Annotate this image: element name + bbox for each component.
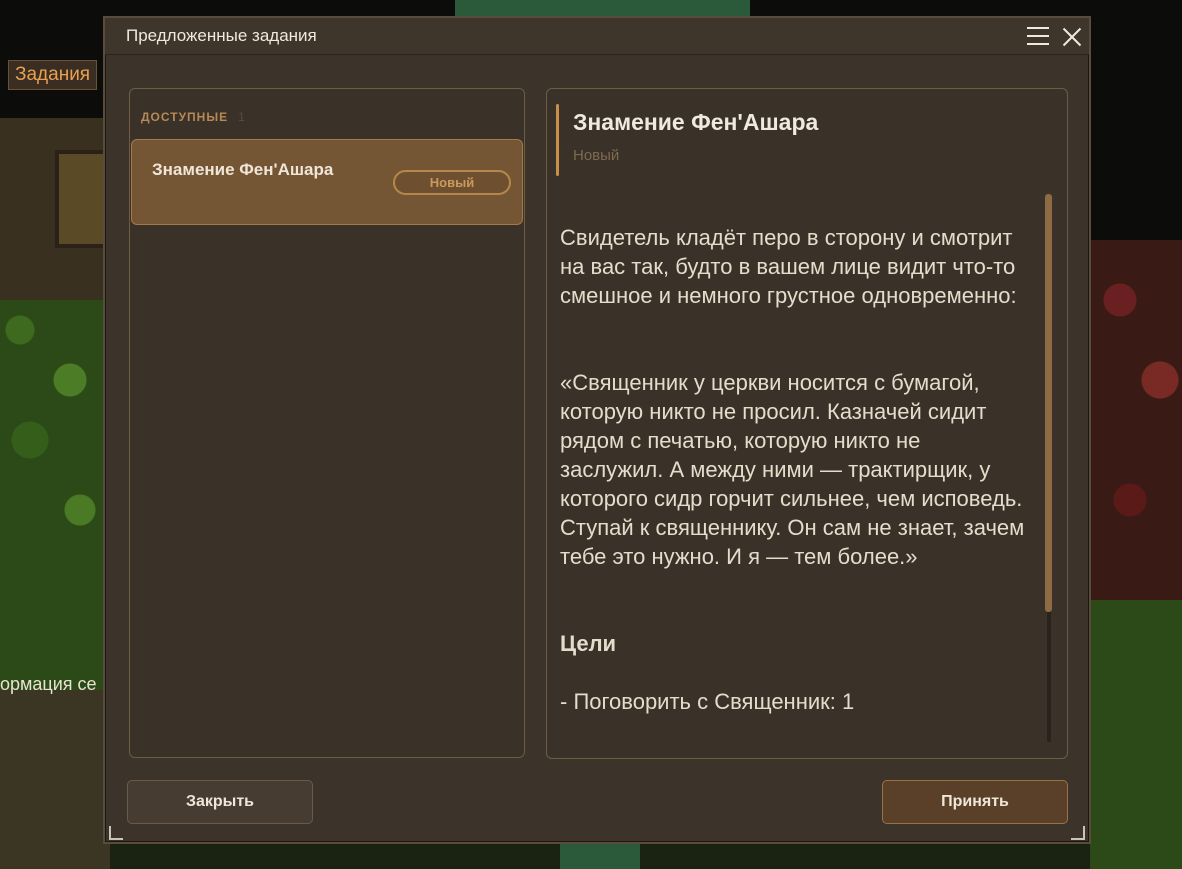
close-icon[interactable] <box>1060 25 1084 49</box>
accept-button[interactable]: Принять <box>882 780 1068 824</box>
goals-heading: Цели <box>560 631 617 656</box>
bg-pillar-bottom <box>560 842 640 869</box>
hamburger-menu-icon[interactable] <box>1027 27 1049 45</box>
goal-item: - Поговорить с Священник: 1 <box>560 689 855 714</box>
quest-item-title: Знамение Фен'Ашара <box>152 160 334 179</box>
section-label: ДОСТУПНЫЕ <box>141 110 229 124</box>
quest-detail-status: Новый <box>573 147 620 164</box>
description-paragraph-2: «Священник у церкви носится с бумагой, к… <box>560 370 1025 569</box>
section-count: 1 <box>238 110 246 124</box>
section-header-available: ДОСТУПНЫЕ 1 <box>141 110 246 124</box>
quest-list-panel: ДОСТУПНЫЕ 1 Знамение Фен'Ашара Новый <box>129 88 525 758</box>
bg-ground-left <box>0 690 110 869</box>
offered-quests-window: Предложенные задания ДОСТУПНЫЕ 1 Знамение… <box>103 16 1091 844</box>
quest-list-item[interactable]: Знамение Фен'Ашара Новый <box>131 139 523 225</box>
scrollbar-thumb[interactable] <box>1045 194 1052 612</box>
close-button[interactable]: Закрыть <box>127 780 313 824</box>
bg-house-window <box>55 150 108 248</box>
bg-foliage-right <box>1090 600 1182 869</box>
window-title: Предложенные задания <box>126 26 317 45</box>
resize-corner-left <box>109 826 123 840</box>
title-accent-bar <box>556 104 559 176</box>
quest-detail-panel: Знамение Фен'Ашара Новый Свидетель кладё… <box>546 88 1068 759</box>
quests-side-tab[interactable]: Задания <box>8 60 98 90</box>
status-badge: Новый <box>393 170 511 195</box>
side-info-text: ормация се <box>0 674 97 694</box>
description-paragraph-1: Свидетель кладёт перо в сторону и смотри… <box>560 225 1017 308</box>
quest-description: Свидетель кладёт перо в сторону и смотри… <box>560 194 1025 745</box>
resize-corner-right[interactable] <box>1071 826 1085 840</box>
quest-detail-title: Знамение Фен'Ашара <box>573 109 819 135</box>
window-titlebar[interactable]: Предложенные задания <box>105 18 1089 55</box>
